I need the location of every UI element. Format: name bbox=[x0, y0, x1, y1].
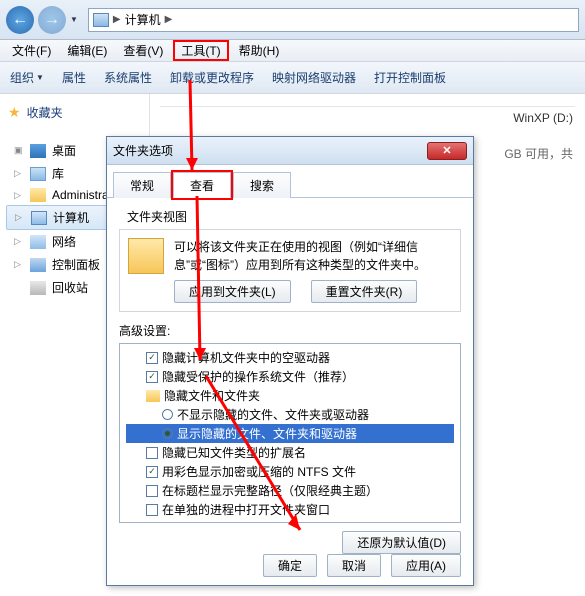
restore-defaults-button[interactable]: 还原为默认值(D) bbox=[342, 531, 461, 554]
adv-item[interactable]: ✓ 隐藏计算机文件夹中的空驱动器 bbox=[126, 348, 454, 367]
adv-item-label: 不显示隐藏的文件、文件夹或驱动器 bbox=[177, 406, 369, 423]
tab-view[interactable]: 查看 bbox=[173, 172, 231, 198]
tb-properties[interactable]: 属性 bbox=[62, 69, 86, 86]
adv-item[interactable]: 隐藏已知文件类型的扩展名 bbox=[126, 443, 454, 462]
checkbox-icon: ✓ bbox=[146, 466, 158, 478]
command-bar: 组织▼ 属性 系统属性 卸载或更改程序 映射网络驱动器 打开控制面板 bbox=[0, 62, 585, 94]
network-icon bbox=[30, 235, 46, 249]
drive-label[interactable]: WinXP (D:) bbox=[150, 111, 585, 125]
menu-help[interactable]: 帮助(H) bbox=[231, 40, 288, 61]
tb-sysprops[interactable]: 系统属性 bbox=[104, 69, 152, 86]
menu-tools[interactable]: 工具(T) bbox=[173, 40, 228, 61]
library-icon bbox=[30, 167, 46, 181]
close-button[interactable]: ✕ bbox=[427, 142, 467, 160]
adv-item[interactable]: ✓ 在缩略图上显示文件图标 bbox=[126, 519, 454, 523]
advanced-label: 高级设置: bbox=[119, 322, 461, 339]
chevron-right-icon: ▶ bbox=[165, 14, 173, 25]
recyclebin-icon bbox=[30, 281, 46, 295]
tab-search[interactable]: 搜索 bbox=[233, 172, 291, 198]
adv-item-label: 在单独的进程中打开文件夹窗口 bbox=[162, 501, 330, 518]
folder-icon bbox=[146, 390, 160, 402]
folder-view-text: 可以将该文件夹正在使用的视图（例如“详细信息”或“图标”）应用到所有这种类型的文… bbox=[174, 238, 452, 274]
folder-view-icon bbox=[128, 238, 164, 274]
adv-item-label: 隐藏已知文件类型的扩展名 bbox=[162, 444, 306, 461]
adv-item-label: 隐藏计算机文件夹中的空驱动器 bbox=[162, 349, 330, 366]
computer-icon bbox=[93, 13, 109, 27]
back-button[interactable]: ← bbox=[6, 6, 34, 34]
ok-button[interactable]: 确定 bbox=[263, 554, 317, 577]
tb-opencp[interactable]: 打开控制面板 bbox=[374, 69, 446, 86]
adv-item-label: 隐藏受保护的操作系统文件（推荐） bbox=[162, 368, 354, 385]
address-text: 计算机 bbox=[125, 11, 161, 28]
cancel-button[interactable]: 取消 bbox=[327, 554, 381, 577]
dialog-titlebar[interactable]: 文件夹选项 ✕ bbox=[107, 137, 473, 165]
menu-edit[interactable]: 编辑(E) bbox=[59, 40, 115, 61]
controlpanel-icon bbox=[30, 258, 46, 272]
reset-folders-button[interactable]: 重置文件夹(R) bbox=[311, 280, 418, 303]
tab-strip: 常规 查看 搜索 bbox=[107, 165, 473, 198]
radio-icon bbox=[162, 428, 173, 439]
checkbox-icon bbox=[146, 447, 158, 459]
history-dropdown-icon[interactable]: ▼ bbox=[70, 15, 78, 24]
menu-bar: 文件(F) 编辑(E) 查看(V) 工具(T) 帮助(H) bbox=[0, 40, 585, 62]
advanced-settings-list[interactable]: ✓ 隐藏计算机文件夹中的空驱动器 ✓ 隐藏受保护的操作系统文件（推荐） 隐藏文件和文件夹… bbox=[119, 343, 461, 523]
adv-item-label: 在标题栏显示完整路径（仅限经典主题） bbox=[162, 482, 378, 499]
computer-icon bbox=[31, 211, 47, 225]
star-icon: ★ bbox=[8, 104, 21, 121]
checkbox-icon bbox=[146, 485, 158, 497]
chevron-right-icon: ▶ bbox=[113, 14, 121, 25]
adv-item[interactable]: 在单独的进程中打开文件夹窗口 bbox=[126, 500, 454, 519]
adv-item[interactable]: 隐藏文件和文件夹 bbox=[126, 386, 454, 405]
folder-view-label: 文件夹视图 bbox=[127, 208, 461, 225]
adv-item[interactable]: ✓ 用彩色显示加密或压缩的 NTFS 文件 bbox=[126, 462, 454, 481]
tab-general[interactable]: 常规 bbox=[113, 172, 171, 198]
adv-item[interactable]: ✓ 隐藏受保护的操作系统文件（推荐） bbox=[126, 367, 454, 386]
adv-item[interactable]: 不显示隐藏的文件、文件夹或驱动器 bbox=[126, 405, 454, 424]
adv-item-label: 用彩色显示加密或压缩的 NTFS 文件 bbox=[162, 463, 356, 480]
apply-to-folders-button[interactable]: 应用到文件夹(L) bbox=[174, 280, 291, 303]
tb-organize[interactable]: 组织▼ bbox=[10, 69, 44, 86]
checkbox-icon bbox=[146, 504, 158, 516]
apply-button[interactable]: 应用(A) bbox=[391, 554, 461, 577]
folder-view-group: 可以将该文件夹正在使用的视图（例如“详细信息”或“图标”）应用到所有这种类型的文… bbox=[119, 229, 461, 312]
tb-uninstall[interactable]: 卸载或更改程序 bbox=[170, 69, 254, 86]
dialog-title: 文件夹选项 bbox=[113, 142, 173, 159]
forward-button[interactable]: → bbox=[38, 6, 66, 34]
checkbox-icon: ✓ bbox=[146, 371, 158, 383]
favorites-header[interactable]: ★ 收藏夹 bbox=[6, 100, 147, 125]
tb-mapnet[interactable]: 映射网络驱动器 bbox=[272, 69, 356, 86]
radio-icon bbox=[162, 409, 173, 420]
checkbox-icon: ✓ bbox=[146, 523, 158, 524]
checkbox-icon: ✓ bbox=[146, 352, 158, 364]
desktop-icon bbox=[30, 144, 46, 158]
nav-bar: ← → ▼ ▶ 计算机 ▶ bbox=[0, 0, 585, 40]
adv-item-label: 隐藏文件和文件夹 bbox=[164, 387, 260, 404]
menu-view[interactable]: 查看(V) bbox=[115, 40, 171, 61]
adv-item[interactable]: 在标题栏显示完整路径（仅限经典主题） bbox=[126, 481, 454, 500]
address-bar[interactable]: ▶ 计算机 ▶ bbox=[88, 8, 579, 32]
folder-icon bbox=[30, 188, 46, 202]
folder-options-dialog: 文件夹选项 ✕ 常规 查看 搜索 文件夹视图 可以将该文件夹正在使用的视图（例如… bbox=[106, 136, 474, 586]
adv-item-label: 显示隐藏的文件、文件夹和驱动器 bbox=[177, 425, 357, 442]
adv-item-label: 在缩略图上显示文件图标 bbox=[162, 520, 294, 523]
menu-file[interactable]: 文件(F) bbox=[4, 40, 59, 61]
adv-item[interactable]: 显示隐藏的文件、文件夹和驱动器 bbox=[126, 424, 454, 443]
